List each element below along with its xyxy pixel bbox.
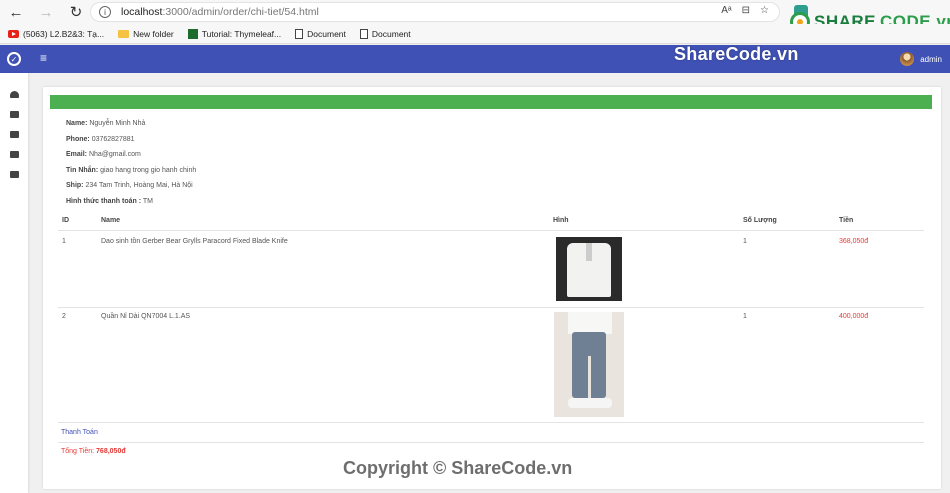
avatar <box>900 52 915 66</box>
column-header-price: Tiền <box>839 217 854 224</box>
user-name: admin <box>920 54 942 64</box>
bookmark-item[interactable]: Document <box>359 28 411 39</box>
briefcase-icon[interactable] <box>10 131 19 138</box>
column-header-image: Hình <box>553 217 569 224</box>
bookmarks-bar: (5063) L2.B2&3: Tạ... New folder Tutoria… <box>0 24 950 44</box>
app-header: ✓ ≡ <box>0 45 950 73</box>
divider <box>58 230 924 231</box>
bookmark-item[interactable]: Tutorial: Thymeleaf... <box>187 28 281 39</box>
watermark-footer: Copyright © ShareCode.vn <box>343 458 573 478</box>
row1-price: 368,050đ <box>839 238 869 245</box>
customer-phone: Phone: 03762827881 <box>66 136 135 143</box>
divider <box>58 307 924 308</box>
briefcase-icon[interactable] <box>10 151 19 158</box>
order-detail-card: Name: Nguyễn Minh Nhả Phone: 03762827881… <box>43 87 941 489</box>
card-header-bar <box>50 95 932 109</box>
folder-icon <box>118 29 130 38</box>
bookmark-item[interactable]: New folder <box>118 29 174 39</box>
customer-name: Name: Nguyễn Minh Nhả <box>66 120 146 127</box>
column-header-name: Name <box>101 217 121 224</box>
document-icon <box>359 28 368 39</box>
divider <box>58 422 924 423</box>
column-header-id: ID <box>62 217 69 224</box>
app-logo-icon[interactable]: ✓ <box>7 52 21 66</box>
read-aloud-icon[interactable]: Aᵃ <box>721 5 731 16</box>
row1-name: Dao sinh tồn Gerber Bear Grylls Paracord… <box>101 238 288 245</box>
briefcase-icon[interactable] <box>10 171 19 178</box>
url-path: :3000/admin/order/chi-tiet/54.html <box>162 6 319 18</box>
back-icon[interactable]: ← <box>4 0 28 24</box>
menu-toggle-icon[interactable]: ≡ <box>40 51 47 65</box>
row2-quantity: 1 <box>743 313 747 320</box>
sidebar <box>0 73 28 493</box>
bookmark-item[interactable]: Document <box>295 28 346 39</box>
customer-message: Tin Nhắn: giao hang trong gio hanh chinh <box>66 167 197 174</box>
divider <box>58 442 924 443</box>
user-menu[interactable]: admin <box>900 52 942 66</box>
row2-name: Quần Nỉ Dài QN7004 L.1.AS <box>101 313 191 320</box>
customer-email: Email: Nha@gmail.com <box>66 151 141 158</box>
row2-id: 2 <box>62 313 66 320</box>
product-image-shirt <box>556 237 622 301</box>
order-total: Tổng Tiền: 768,050đ <box>61 448 126 455</box>
info-icon[interactable]: i <box>99 6 111 18</box>
reload-icon[interactable]: ↻ <box>64 0 88 24</box>
document-icon <box>295 28 304 39</box>
youtube-icon <box>8 29 19 38</box>
column-header-quantity: Số Lượng <box>743 217 777 224</box>
customer-ship: Ship: 234 Tam Trinh, Hoàng Mai, Hà Nội <box>66 182 193 189</box>
dashboard-icon[interactable] <box>10 91 19 98</box>
forward-icon[interactable]: → <box>34 0 58 24</box>
pay-link[interactable]: Thanh Toán <box>61 429 98 436</box>
translate-icon[interactable]: ⊟ <box>742 5 750 16</box>
url-host: localhost <box>121 6 163 18</box>
row2-price: 400,000đ <box>839 313 869 320</box>
watermark-header: ShareCode.vn <box>674 44 799 64</box>
thymeleaf-icon <box>187 28 198 39</box>
bookmark-item[interactable]: (5063) L2.B2&3: Tạ... <box>8 29 104 39</box>
favorite-star-icon[interactable]: ☆ <box>760 5 769 16</box>
product-image-jeans <box>554 312 624 417</box>
address-bar[interactable]: i localhost:3000/admin/order/chi-tiet/54… <box>90 2 780 22</box>
payment-method: Hình thức thanh toán : TM <box>66 198 153 205</box>
row1-quantity: 1 <box>743 238 747 245</box>
briefcase-icon[interactable] <box>10 111 19 118</box>
row1-id: 1 <box>62 238 66 245</box>
